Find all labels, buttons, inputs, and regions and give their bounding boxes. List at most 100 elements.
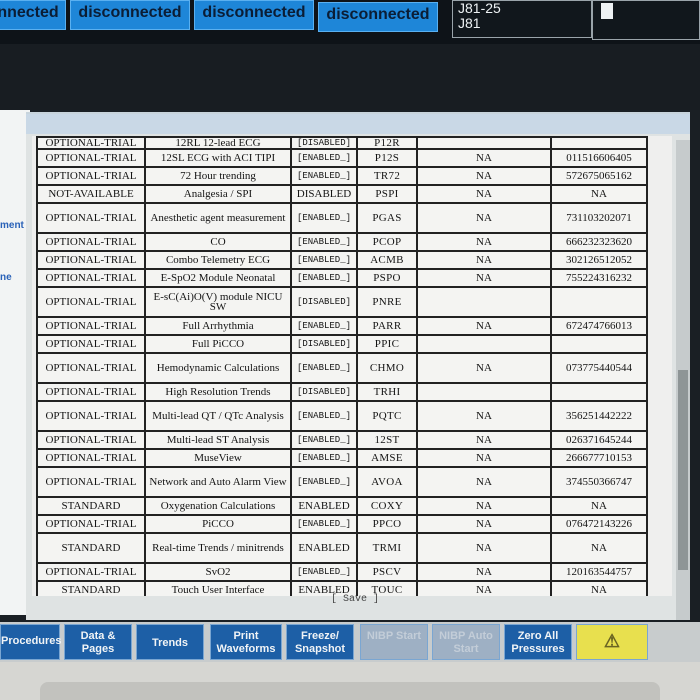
cell-key: PCOP — [356, 232, 418, 252]
cell-code: NA — [550, 580, 648, 596]
procedures-button[interactable]: Procedures — [0, 624, 62, 660]
cell-state: ENABLED — [290, 496, 358, 516]
cell-value: NA — [416, 448, 552, 468]
table-row[interactable]: OPTIONAL-TRIAL 12RL 12-lead ECG [DISABLED]… — [36, 136, 648, 150]
cell-feature: Multi-lead ST Analysis — [144, 430, 292, 450]
cell-feature: Hemodynamic Calculations — [144, 352, 292, 384]
table-row[interactable]: OPTIONAL-TRIAL 12SL ECG with ACI TIPI [ENA… — [36, 148, 648, 168]
save-button[interactable]: [ Save ] — [331, 594, 379, 605]
cell-value: NA — [416, 580, 552, 596]
table-row[interactable]: OPTIONAL-TRIAL High Resolution Trends [DIS… — [36, 382, 648, 402]
cell-status: OPTIONAL-TRIAL — [36, 148, 146, 168]
table-row[interactable]: NOT-AVAILABLE Analgesia / SPI DISABLED PSPI… — [36, 184, 648, 204]
cell-state: [ENABLED_] — [290, 202, 358, 234]
table-row[interactable]: OPTIONAL-TRIAL Network and Auto Alarm Vie… — [36, 466, 648, 498]
table-scrollbar[interactable] — [676, 140, 690, 620]
table-row[interactable]: OPTIONAL-TRIAL E-SpO2 Module Neonatal [ENA… — [36, 268, 648, 288]
table-row[interactable]: OPTIONAL-TRIAL SvO2 [ENABLED_] PSCV NA 120163… — [36, 562, 648, 582]
status-box-2[interactable]: disconnected — [194, 0, 314, 30]
cell-value — [416, 334, 552, 354]
bezel-ridge — [40, 682, 660, 700]
table-row[interactable]: OPTIONAL-TRIAL Multi-lead QT / QTc Analys… — [36, 400, 648, 432]
cell-feature: Network and Auto Alarm View — [144, 466, 292, 498]
cell-code: 356251442222 — [550, 400, 648, 432]
cell-value: NA — [416, 514, 552, 534]
options-table: OPTIONAL-TRIAL 12RL 12-lead ECG [DISABLED]… — [36, 136, 648, 596]
nibp-auto-button[interactable]: NIBP Auto Start — [432, 624, 500, 660]
scroll-thumb[interactable] — [678, 370, 688, 570]
data-pages-button[interactable]: Data & Pages — [64, 624, 132, 660]
sidebar-label-1[interactable]: ment — [0, 220, 24, 231]
table-row[interactable]: OPTIONAL-TRIAL CO [ENABLED_] PCOP NA 66623232… — [36, 232, 648, 252]
cell-code: 666232323620 — [550, 232, 648, 252]
alarm-silence-button[interactable]: ⚠ — [576, 624, 648, 660]
cell-state: [ENABLED_] — [290, 232, 358, 252]
cell-status: OPTIONAL-TRIAL — [36, 448, 146, 468]
cell-key: TRHI — [356, 382, 418, 402]
nibp-start-button[interactable]: NIBP Start — [360, 624, 428, 660]
cell-feature: Multi-lead QT / QTc Analysis — [144, 400, 292, 432]
lead-label-line-1: J81-25 — [458, 0, 501, 16]
cell-code: 011516606405 — [550, 148, 648, 168]
table-row[interactable]: OPTIONAL-TRIAL 72 Hour trending [ENABLED_]… — [36, 166, 648, 186]
cell-status: OPTIONAL-TRIAL — [36, 136, 146, 150]
cell-status: OPTIONAL-TRIAL — [36, 232, 146, 252]
cell-code: 120163544757 — [550, 562, 648, 582]
cell-key: PQTC — [356, 400, 418, 432]
device-bezel — [0, 662, 700, 700]
table-row[interactable]: STANDARD Oxygenation Calculations ENABLED C… — [36, 496, 648, 516]
table-row[interactable]: STANDARD Real-time Trends / minitrends ENA… — [36, 532, 648, 564]
cell-status: OPTIONAL-TRIAL — [36, 202, 146, 234]
cell-value: NA — [416, 148, 552, 168]
cell-state: [ENABLED_] — [290, 148, 358, 168]
cell-key: TR72 — [356, 166, 418, 186]
cell-value: NA — [416, 562, 552, 582]
status-box-1[interactable]: disconnected — [70, 0, 190, 30]
table-row[interactable]: OPTIONAL-TRIAL MuseView [ENABLED_] AMSE NA 26… — [36, 448, 648, 468]
status-box-0[interactable]: nnected — [0, 0, 66, 30]
cell-state: [ENABLED_] — [290, 430, 358, 450]
freeze-snapshot-button[interactable]: Freeze/ Snapshot — [286, 624, 354, 660]
cell-key: PSPO — [356, 268, 418, 288]
table-row[interactable]: OPTIONAL-TRIAL Full Arrhythmia [ENABLED_] P… — [36, 316, 648, 336]
cell-key: CHMO — [356, 352, 418, 384]
cell-value — [416, 286, 552, 318]
cell-state: [ENABLED_] — [290, 268, 358, 288]
cell-feature: MuseView — [144, 448, 292, 468]
dialog-header — [26, 114, 690, 134]
cell-code: 026371645244 — [550, 430, 648, 450]
table-row[interactable]: OPTIONAL-TRIAL Full PiCCO [DISABLED] PPIC — [36, 334, 648, 354]
cell-code: 672474766013 — [550, 316, 648, 336]
table-row[interactable]: OPTIONAL-TRIAL Multi-lead ST Analysis [ENA… — [36, 430, 648, 450]
table-row[interactable]: OPTIONAL-TRIAL Anesthetic agent measureme… — [36, 202, 648, 234]
indicator-mark — [601, 3, 613, 19]
cell-status: OPTIONAL-TRIAL — [36, 286, 146, 318]
cell-code: 731103202071 — [550, 202, 648, 234]
status-box-3[interactable]: disconnected — [318, 2, 438, 32]
trends-button[interactable]: Trends — [136, 624, 204, 660]
cell-value: NA — [416, 400, 552, 432]
cell-value — [416, 382, 552, 402]
cell-key: PPIC — [356, 334, 418, 354]
cell-feature: 12RL 12-lead ECG — [144, 136, 292, 150]
cell-code: 266677710153 — [550, 448, 648, 468]
table-row[interactable]: OPTIONAL-TRIAL E-sC(Ai)O(V) module NICU S… — [36, 286, 648, 318]
cell-status: STANDARD — [36, 496, 146, 516]
cell-key: ACMB — [356, 250, 418, 270]
cell-code: NA — [550, 532, 648, 564]
sidebar-label-2[interactable]: ne — [0, 272, 12, 283]
cell-status: OPTIONAL-TRIAL — [36, 334, 146, 354]
cell-status: OPTIONAL-TRIAL — [36, 514, 146, 534]
cell-code — [550, 382, 648, 402]
cell-state: [DISABLED] — [290, 382, 358, 402]
table-row[interactable]: OPTIONAL-TRIAL Hemodynamic Calculations [E… — [36, 352, 648, 384]
cell-code: NA — [550, 184, 648, 204]
print-waveforms-button[interactable]: Print Waveforms — [210, 624, 282, 660]
cell-feature: E-sC(Ai)O(V) module NICU SW — [144, 286, 292, 318]
zero-all-pressures-button[interactable]: Zero All Pressures — [504, 624, 572, 660]
table-row[interactable]: OPTIONAL-TRIAL PiCCO [ENABLED_] PPCO NA 07647… — [36, 514, 648, 534]
cell-value: NA — [416, 184, 552, 204]
cell-key: PGAS — [356, 202, 418, 234]
cell-value: NA — [416, 232, 552, 252]
table-row[interactable]: OPTIONAL-TRIAL Combo Telemetry ECG [ENABLE… — [36, 250, 648, 270]
